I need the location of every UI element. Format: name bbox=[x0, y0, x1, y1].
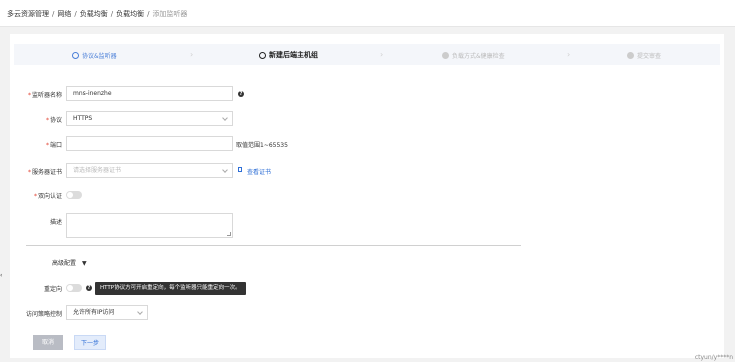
server-cert-placeholder: 请选择服务器证书 bbox=[73, 167, 122, 174]
port-range-hint: 取值范围1~65535 bbox=[236, 142, 288, 149]
protocol-select-value: HTTPS bbox=[73, 115, 93, 122]
redirect-toggle[interactable] bbox=[66, 284, 82, 292]
breadcrumb-item-load-balancer-detail[interactable]: 负载均衡 bbox=[116, 10, 144, 18]
port-label: *端口 bbox=[45, 142, 62, 149]
step-label: 负载方式&健康检查 bbox=[452, 52, 505, 60]
form-panel: 协议&监听器 › 新建后端主机组 › 负载方式&健康检查 › 提交审查 *监听器… bbox=[10, 34, 724, 358]
breadcrumb-separator: / bbox=[110, 10, 114, 18]
breadcrumb: 多云资源管理 / 网络 / 负载均衡 / 负载均衡 / 添加监听器 bbox=[7, 9, 187, 19]
chevron-left-icon[interactable]: ‹ bbox=[0, 272, 2, 279]
access-control-label: 访问策略控制 bbox=[25, 311, 62, 318]
redirect-tooltip: HTTP协议方可开启重定向，每个监听器只能重定向一次。 bbox=[95, 282, 246, 295]
step-circle-icon bbox=[72, 51, 79, 59]
chevron-down-icon bbox=[137, 309, 143, 315]
protocol-label: *协议 bbox=[45, 117, 62, 124]
step-backend-group: 新建后端主机组 bbox=[259, 50, 318, 60]
breadcrumb-separator: / bbox=[52, 10, 55, 18]
mutual-auth-label: *双向认证 bbox=[33, 193, 62, 200]
step-indicator: 协议&监听器 › 新建后端主机组 › 负载方式&健康检查 › 提交审查 bbox=[14, 44, 720, 65]
required-mark: * bbox=[45, 142, 49, 149]
cancel-button[interactable]: 取消 bbox=[33, 335, 63, 350]
step-circle-icon bbox=[259, 51, 266, 59]
chevron-right-icon: › bbox=[190, 50, 194, 59]
step-label: 提交审查 bbox=[637, 52, 662, 60]
chevron-right-icon: › bbox=[567, 50, 571, 59]
advanced-config-label: 高级配置 bbox=[52, 260, 77, 267]
step-circle-icon bbox=[627, 51, 634, 59]
section-divider bbox=[26, 245, 521, 246]
resize-handle-icon[interactable] bbox=[227, 232, 231, 236]
access-control-value: 允许所有IP访问 bbox=[73, 309, 115, 316]
document-icon[interactable] bbox=[238, 167, 242, 172]
mutual-auth-toggle[interactable] bbox=[66, 191, 82, 199]
port-input[interactable] bbox=[66, 136, 233, 151]
chevron-down-icon bbox=[222, 115, 228, 121]
breadcrumb-separator: / bbox=[147, 10, 150, 18]
chevron-right-icon: › bbox=[380, 50, 384, 59]
step-label: 新建后端主机组 bbox=[269, 51, 318, 59]
listener-name-input[interactable]: mns-inenzhe bbox=[66, 86, 233, 101]
breadcrumb-separator: / bbox=[74, 10, 77, 18]
step-protocol-listener: 协议&监听器 bbox=[72, 50, 117, 60]
required-mark: * bbox=[27, 169, 31, 176]
breadcrumb-item-load-balancer[interactable]: 负载均衡 bbox=[80, 10, 108, 18]
help-icon[interactable]: ? bbox=[86, 285, 92, 291]
triangle-down-icon: ▼ bbox=[81, 260, 87, 267]
view-cert-link[interactable]: 查看证书 bbox=[247, 167, 271, 176]
description-label: 描述 bbox=[49, 219, 62, 226]
chevron-down-icon bbox=[222, 167, 228, 173]
help-icon[interactable]: ? bbox=[238, 91, 244, 97]
breadcrumb-item-network[interactable]: 网络 bbox=[57, 10, 71, 18]
step-circle-icon bbox=[442, 51, 449, 59]
step-submit-review: 提交审查 bbox=[627, 50, 661, 60]
watermark: ctyun/y****n bbox=[694, 354, 733, 361]
server-cert-select[interactable]: 请选择服务器证书 bbox=[66, 163, 233, 178]
next-step-button[interactable]: 下一步 bbox=[74, 335, 106, 350]
step-label: 协议&监听器 bbox=[82, 52, 117, 60]
access-control-select[interactable]: 允许所有IP访问 bbox=[66, 305, 148, 320]
server-cert-label: *服务器证书 bbox=[27, 169, 62, 176]
toggle-knob bbox=[67, 192, 73, 198]
toggle-knob bbox=[67, 285, 73, 291]
top-header: 多云资源管理 / 网络 / 负载均衡 / 负载均衡 / 添加监听器 bbox=[0, 0, 735, 27]
breadcrumb-item-cloud-resources[interactable]: 多云资源管理 bbox=[7, 10, 49, 18]
main-area: 协议&监听器 › 新建后端主机组 › 负载方式&健康检查 › 提交审查 *监听器… bbox=[0, 27, 735, 362]
required-mark: * bbox=[33, 193, 37, 200]
redirect-label: 重定向 bbox=[43, 286, 62, 293]
required-mark: * bbox=[45, 117, 49, 124]
required-mark: * bbox=[27, 92, 31, 99]
description-textarea[interactable] bbox=[66, 213, 233, 238]
listener-name-label: *监听器名称 bbox=[27, 92, 62, 99]
protocol-select[interactable]: HTTPS bbox=[66, 111, 233, 126]
advanced-config-toggle[interactable]: 高级配置 ▼ bbox=[52, 258, 87, 267]
breadcrumb-current: 添加监听器 bbox=[152, 10, 188, 18]
step-load-health: 负载方式&健康检查 bbox=[442, 50, 505, 60]
